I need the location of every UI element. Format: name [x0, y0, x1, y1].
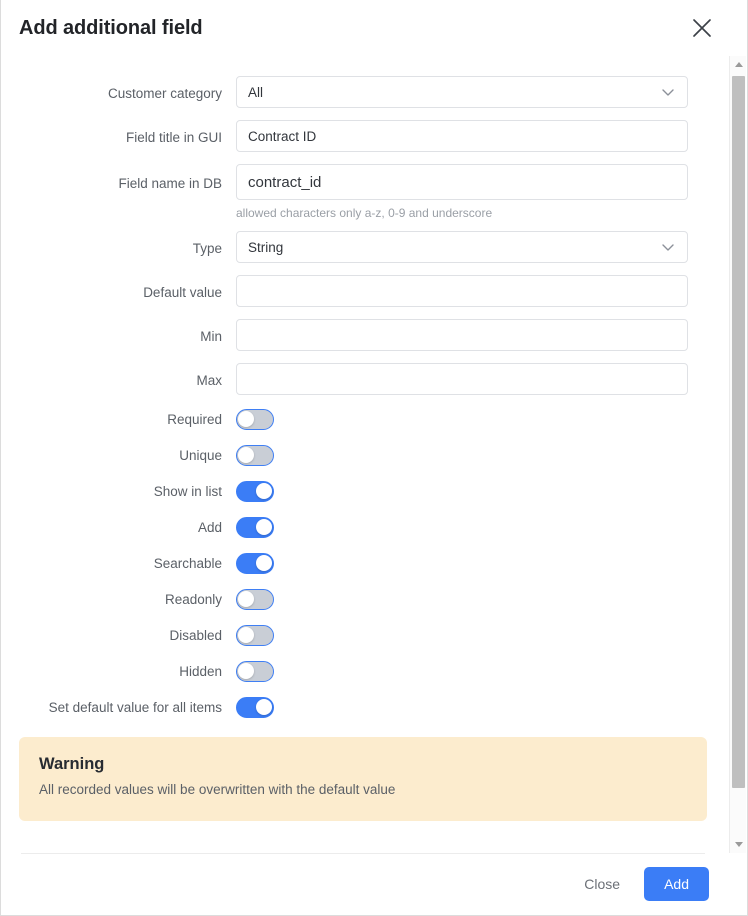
- scroll-down-button[interactable]: [730, 836, 747, 853]
- toggle-row-hidden: Hidden: [1, 659, 725, 683]
- toggle-row-show-in-list: Show in list: [1, 479, 725, 503]
- toggle-disabled[interactable]: [236, 624, 274, 646]
- toggle-readonly[interactable]: [236, 588, 274, 610]
- scrollbar-thumb[interactable]: [732, 76, 745, 788]
- toggle-row-set-default-value-all-items: Set default value for all items: [1, 695, 725, 719]
- label-default-value: Default value: [143, 285, 222, 300]
- toggle-unique[interactable]: [236, 444, 274, 466]
- scroll-up-button[interactable]: [730, 56, 747, 73]
- toggle-add[interactable]: [236, 516, 274, 538]
- customer-category-value: All: [248, 84, 264, 100]
- customer-category-select[interactable]: All: [236, 76, 688, 108]
- warning-title: Warning: [39, 755, 105, 773]
- close-icon[interactable]: [689, 15, 715, 41]
- field-row-field-name-db: Field name in DB allowed characters only…: [1, 164, 725, 223]
- label-field-title-gui: Field title in GUI: [125, 130, 222, 145]
- field-row-customer-category: Customer category All: [1, 76, 725, 112]
- form: Customer category All Field title in GUI: [1, 56, 725, 719]
- chevron-down-icon: [660, 239, 676, 255]
- type-select[interactable]: String: [236, 231, 688, 263]
- chevron-down-icon: [660, 84, 676, 100]
- label-hidden: Hidden: [179, 664, 222, 679]
- warning-text: All recorded values will be overwritten …: [39, 782, 396, 797]
- toggle-set-default-value-all-items[interactable]: [236, 696, 274, 718]
- field-row-max: Max: [1, 363, 725, 399]
- warning-banner: Warning All recorded values will be over…: [19, 737, 707, 821]
- label-min: Min: [200, 329, 222, 344]
- toggle-row-readonly: Readonly: [1, 587, 725, 611]
- toggle-row-unique: Unique: [1, 443, 725, 467]
- label-max: Max: [196, 373, 222, 388]
- dialog-header: Add additional field: [1, 0, 747, 56]
- add-field-dialog: Add additional field Customer category A…: [0, 0, 748, 916]
- field-row-min: Min: [1, 319, 725, 355]
- label-set-default-value-all-items: Set default value for all items: [48, 700, 222, 715]
- toggle-show-in-list[interactable]: [236, 480, 274, 502]
- label-field-name-db: Field name in DB: [118, 176, 222, 191]
- label-show-in-list: Show in list: [153, 484, 222, 499]
- toggle-row-required: Required: [1, 407, 725, 431]
- dialog-body: Customer category All Field title in GUI: [1, 56, 725, 853]
- toggle-row-searchable: Searchable: [1, 551, 725, 575]
- footer-divider: [21, 853, 705, 854]
- toggle-required[interactable]: [236, 408, 274, 430]
- label-add: Add: [197, 520, 222, 535]
- toggle-searchable[interactable]: [236, 552, 274, 574]
- field-row-default-value: Default value: [1, 275, 725, 311]
- field-name-db-input[interactable]: [236, 164, 688, 200]
- toggle-row-disabled: Disabled: [1, 623, 725, 647]
- caret-up-icon: [734, 62, 743, 67]
- default-value-input[interactable]: [236, 275, 688, 307]
- field-row-type: Type String: [1, 231, 725, 267]
- toggle-hidden[interactable]: [236, 660, 274, 682]
- dialog-footer: Close Add: [1, 853, 725, 915]
- label-unique: Unique: [179, 448, 222, 463]
- close-button[interactable]: Close: [568, 868, 636, 900]
- toggle-row-add: Add: [1, 515, 725, 539]
- label-type: Type: [192, 241, 222, 256]
- add-button[interactable]: Add: [644, 867, 709, 901]
- caret-down-icon: [734, 842, 743, 847]
- min-input[interactable]: [236, 319, 688, 351]
- label-readonly: Readonly: [164, 592, 222, 607]
- page-title: Add additional field: [19, 16, 203, 39]
- type-value: String: [248, 239, 284, 255]
- label-required: Required: [167, 412, 222, 427]
- field-title-gui-input[interactable]: [236, 120, 688, 152]
- label-searchable: Searchable: [153, 556, 222, 571]
- vertical-scrollbar[interactable]: [729, 56, 746, 853]
- label-disabled: Disabled: [169, 628, 222, 643]
- max-input[interactable]: [236, 363, 688, 395]
- field-row-field-title-gui: Field title in GUI: [1, 120, 725, 156]
- label-customer-category: Customer category: [107, 86, 222, 101]
- field-name-db-helper: allowed characters only a-z, 0-9 and und…: [236, 206, 493, 220]
